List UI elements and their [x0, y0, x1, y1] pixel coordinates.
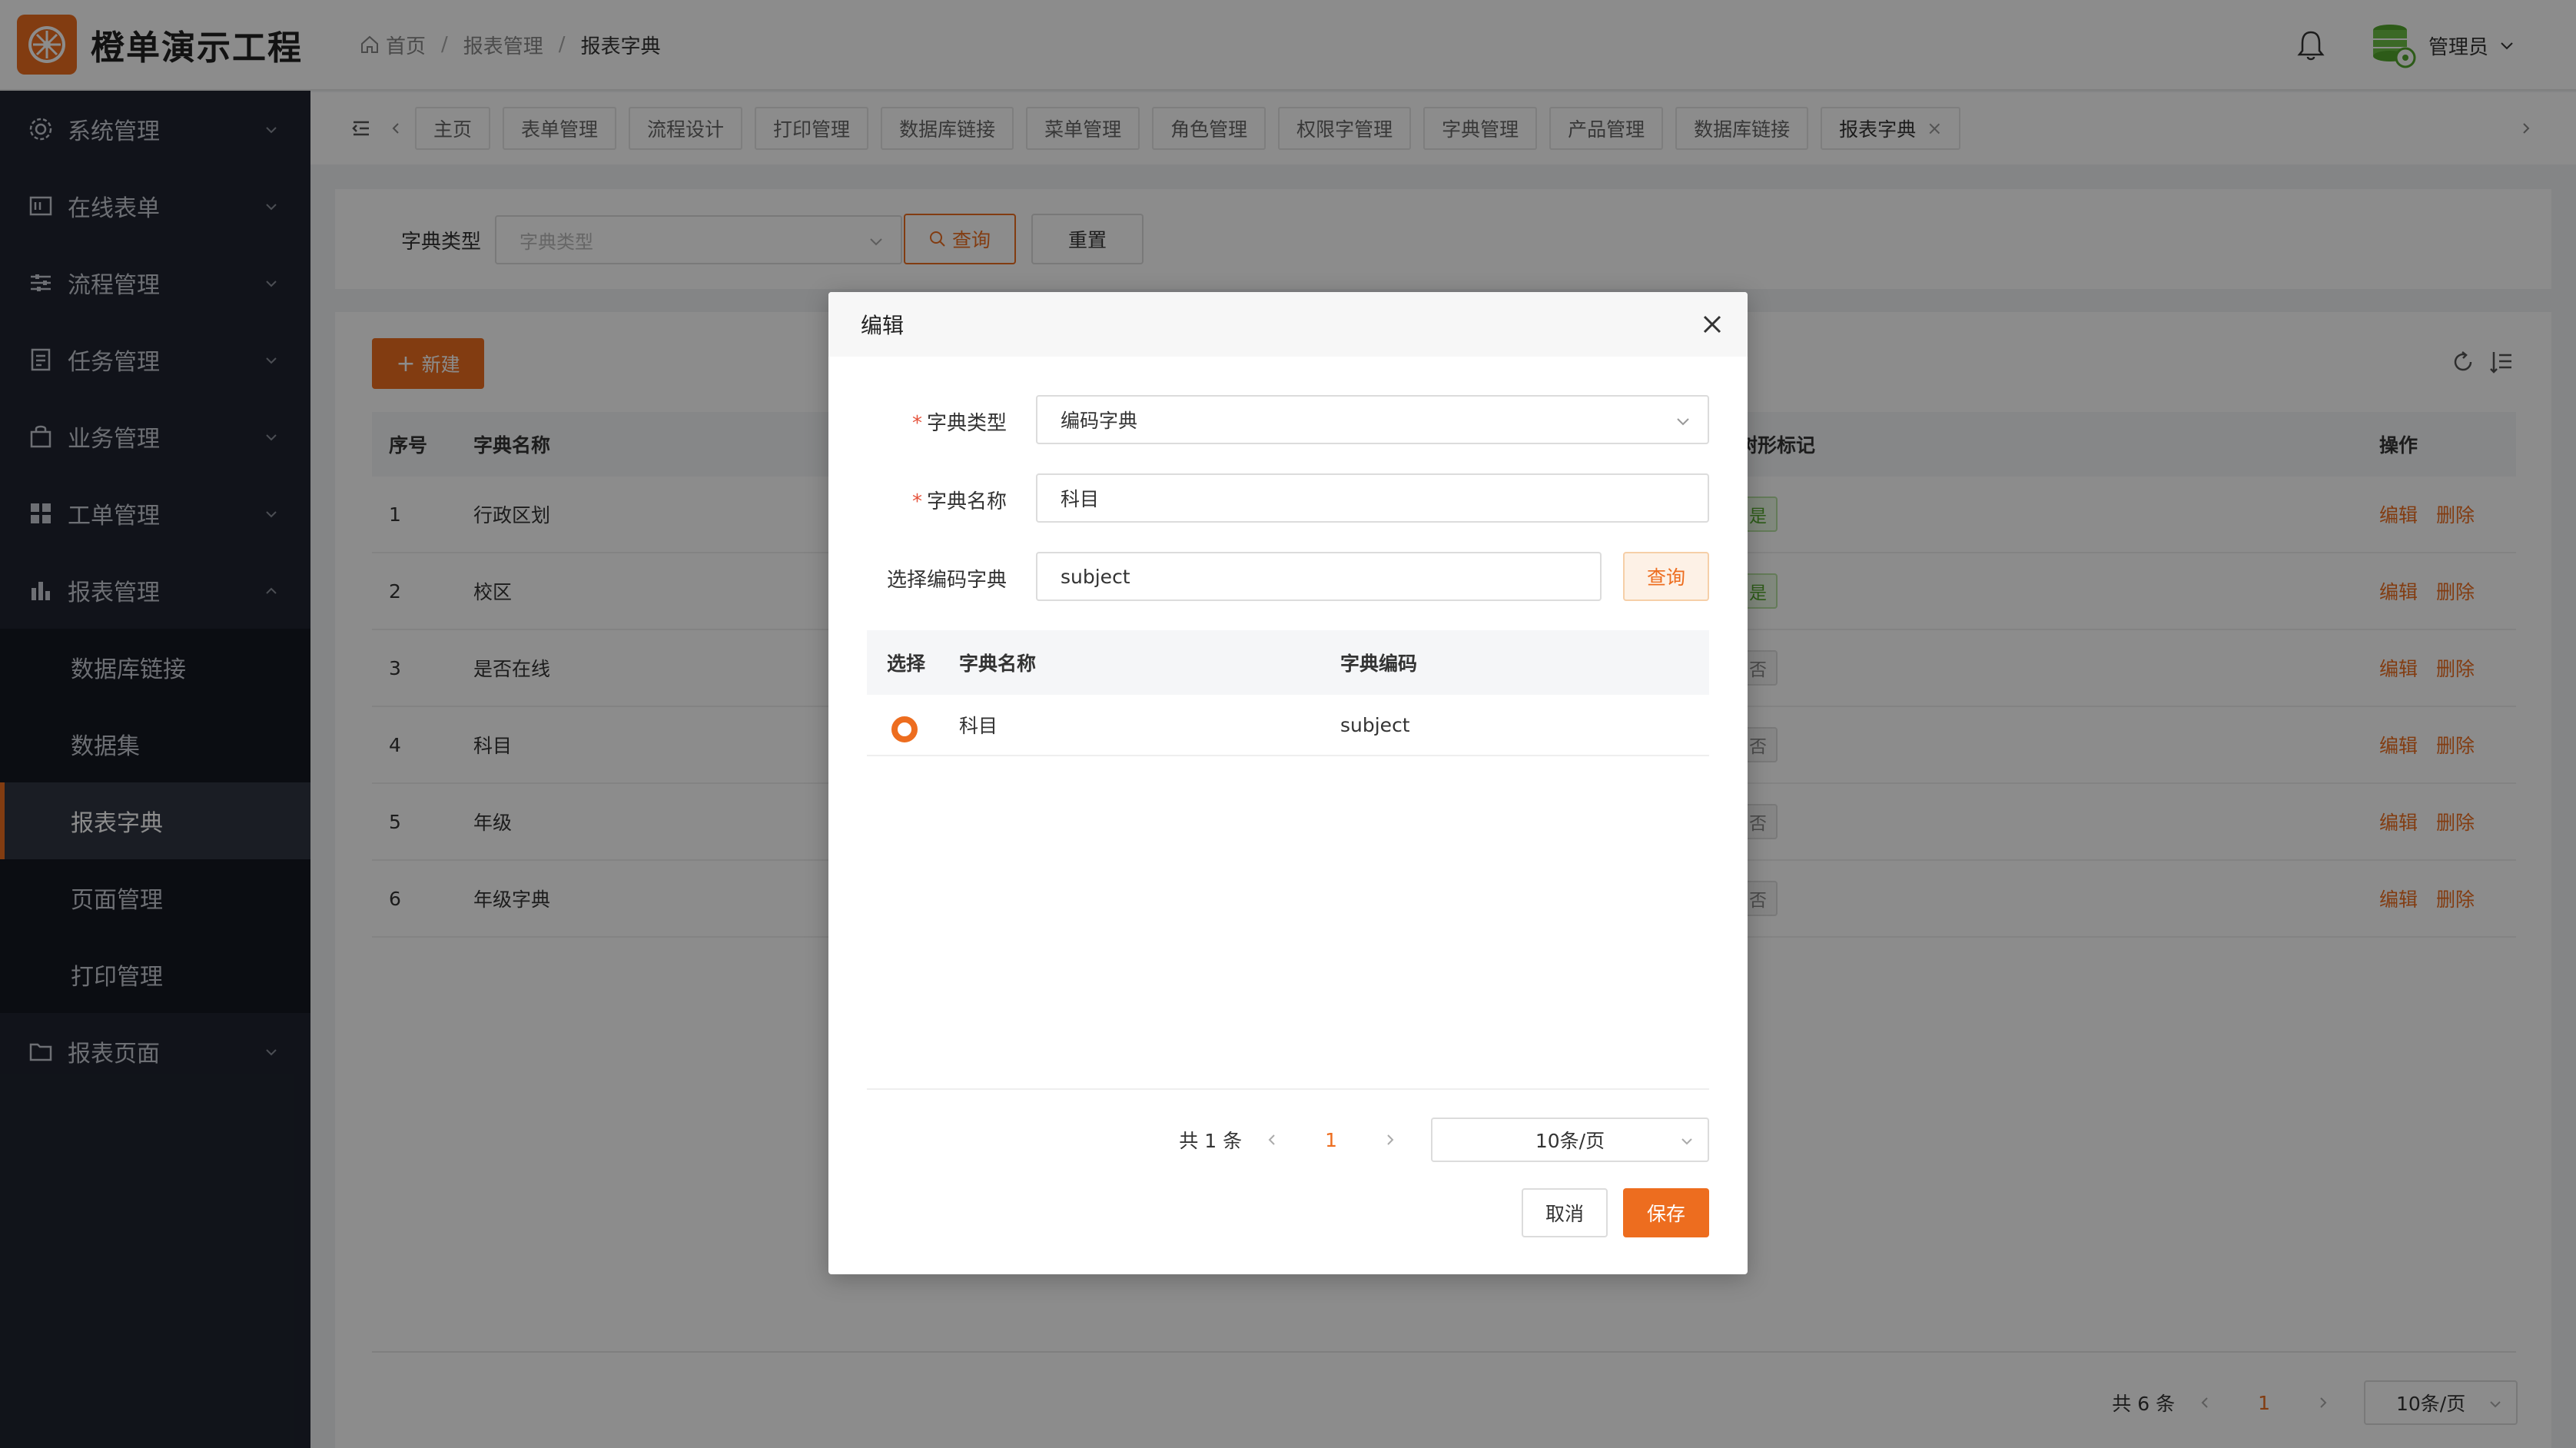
pager-current-page[interactable]: 1: [1325, 1129, 1337, 1151]
dialog-header: 编辑: [828, 292, 1748, 357]
dict-name-label: * 字典名称: [912, 486, 1007, 514]
dict-name-label-text: 字典名称: [926, 490, 1007, 513]
edit-dialog: 编辑 * 字典类型 编码字典 * 字典名称 科目 选择编码字典 subject 查询…: [828, 292, 1748, 1274]
pager-total: 共 1 条: [1179, 1130, 1243, 1152]
dict-name-row: * 字典名称 科目: [828, 473, 1748, 523]
table-row[interactable]: 科目 subject: [867, 695, 1709, 756]
required-mark: *: [911, 490, 922, 513]
dict-name-value: 科目: [1061, 488, 1100, 510]
page-size-value: 10条/页: [1535, 1130, 1605, 1152]
code-dict-table: 选择 字典名称 字典编码 科目 subject: [867, 630, 1709, 756]
dialog-footer: 取消 保存: [1522, 1188, 1709, 1237]
table-header: 选择 字典名称 字典编码: [867, 630, 1709, 695]
chevron-down-icon: [1677, 418, 1689, 426]
dict-type-row: * 字典类型 编码字典: [828, 395, 1748, 444]
dict-name-field[interactable]: 科目: [1036, 473, 1709, 523]
dict-type-value: 编码字典: [1061, 410, 1138, 432]
dialog-pagination: 共 1 条 1 10条/页: [1179, 1118, 1709, 1162]
row-radio-selected[interactable]: [891, 716, 918, 742]
required-mark: *: [911, 412, 922, 435]
dict-type-label: * 字典类型: [912, 407, 1007, 436]
col-select-header: 选择: [887, 653, 926, 675]
sub-table-divider: [867, 1088, 1709, 1090]
col-code-header: 字典编码: [1340, 653, 1418, 675]
chevron-down-icon: [1681, 1138, 1692, 1145]
save-button[interactable]: 保存: [1623, 1188, 1709, 1237]
code-dict-query-button[interactable]: 查询: [1623, 552, 1709, 601]
row-code: subject: [1340, 713, 1410, 736]
col-name-header: 字典名称: [959, 653, 1037, 675]
chevron-left-icon[interactable]: [1265, 1133, 1279, 1147]
dialog-title: 编辑: [861, 313, 905, 338]
close-icon[interactable]: [1700, 312, 1725, 337]
row-name: 科目: [959, 715, 998, 737]
code-dict-label: 选择编码字典: [886, 569, 1007, 592]
cancel-button[interactable]: 取消: [1522, 1188, 1608, 1237]
code-dict-search-input[interactable]: subject: [1036, 552, 1602, 601]
page-size-select[interactable]: 10条/页: [1431, 1118, 1709, 1162]
code-dict-value: subject: [1061, 565, 1130, 588]
code-dict-row: 选择编码字典 subject 查询: [828, 552, 1748, 601]
dict-type-select[interactable]: 编码字典: [1036, 395, 1709, 444]
chevron-right-icon[interactable]: [1383, 1133, 1397, 1147]
dict-type-label-text: 字典类型: [926, 412, 1007, 435]
